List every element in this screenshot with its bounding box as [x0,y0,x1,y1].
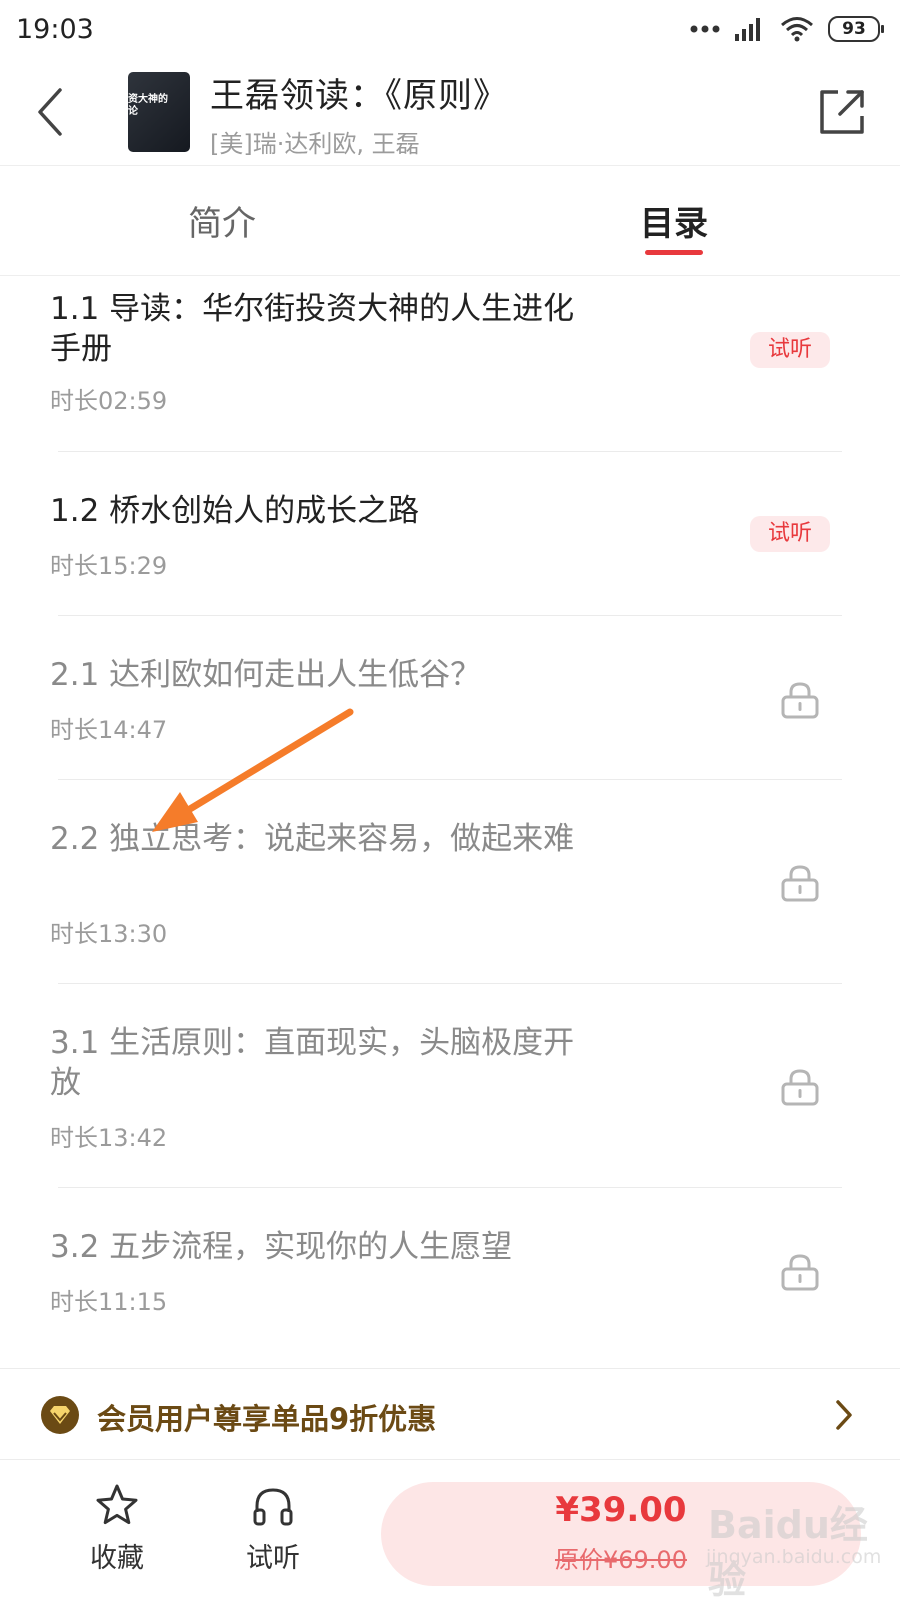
tab-table-of-contents[interactable]: 目录 [640,196,708,245]
chapter-duration: 时长02:59 [50,387,168,415]
status-time: 19:03 [16,14,94,45]
preview-badge[interactable]: 试听 [750,516,830,552]
chapter-duration: 时长15:29 [50,552,168,580]
chapter-list: 1.1 导读：华尔街投资大神的人生进化手册 时长02:59 试听 1.2 桥水创… [0,277,900,1367]
chapter-item[interactable]: 1.2 桥水创始人的成长之路 时长15:29 试听 [0,451,900,615]
battery-level: 93 [842,19,866,39]
chapter-duration: 时长13:42 [50,1124,168,1152]
chapter-title: 1.1 导读：华尔街投资大神的人生进化手册 [50,291,575,367]
star-icon [96,1484,138,1525]
member-promo-banner[interactable]: 会员用户尊享单品9折优惠 [0,1368,900,1460]
book-cover[interactable]: 资大神的 论 [128,72,190,152]
chapter-title: 3.2 五步流程，实现你的人生愿望 [50,1229,513,1265]
baidu-watermark: Baidu经验 jingyan.baidu.com [700,1488,890,1600]
tab-intro[interactable]: 简介 [188,196,256,245]
chevron-right-icon [836,1400,852,1430]
chapter-title: 2.2 独立思考：说起来容易，做起来难 [50,821,575,857]
vip-diamond-icon [41,1396,79,1434]
share-button[interactable] [816,86,868,138]
chapter-title: 1.2 桥水创始人的成长之路 [50,493,420,529]
lock-icon [781,1069,819,1106]
chapter-item[interactable]: 3.1 生活原则：直面现实，头脑极度开放 时长13:42 [0,983,900,1187]
preview-badge[interactable]: 试听 [750,332,830,368]
chapter-item[interactable]: 3.2 五步流程，实现你的人生愿望 时长11:15 [0,1187,900,1367]
signal-icon [735,18,760,41]
chapter-title: 2.1 达利欧如何走出人生低谷？ [50,657,482,693]
status-icons: 93 [690,16,884,42]
favorite-button[interactable]: 收藏 [62,1482,172,1582]
cover-text: 资大神的 论 [128,94,168,117]
listen-button[interactable]: 试听 [218,1482,328,1582]
watermark-sub: jingyan.baidu.com [706,1546,882,1568]
chapter-duration: 时长13:30 [50,920,168,948]
lock-icon [781,1254,819,1291]
status-bar: 19:03 93 [0,0,900,60]
chapter-item[interactable]: 1.1 导读：华尔街投资大神的人生进化手册 时长02:59 试听 [0,277,900,451]
book-author: [美]瑞·达利欧, 王磊 [210,130,420,158]
chapter-title: 3.1 生活原则：直面现实，头脑极度开放 [50,1025,575,1101]
lock-icon [781,682,819,719]
promo-text: 会员用户尊享单品9折优惠 [97,1402,437,1436]
book-header: 资大神的 论 王磊领读：《原则》 [美]瑞·达利欧, 王磊 [0,60,900,166]
chapter-item[interactable]: 2.1 达利欧如何走出人生低谷？ 时长14:47 [0,615,900,779]
lock-icon [781,865,819,902]
active-tab-indicator [645,250,703,255]
share-icon [820,90,864,134]
wifi-icon [781,17,813,42]
chapter-item[interactable]: 2.2 独立思考：说起来容易，做起来难 时长13:30 [0,779,900,983]
favorite-label: 收藏 [90,1543,144,1574]
chapter-duration: 时长11:15 [50,1288,168,1316]
chevron-left-icon [38,88,62,136]
back-button[interactable] [28,82,78,142]
more-dots-icon [690,25,720,33]
headphones-icon [253,1488,293,1526]
tab-bar: 简介 目录 [0,166,900,276]
listen-label: 试听 [246,1543,300,1574]
book-title: 王磊领读：《原则》 [210,76,508,116]
chapter-duration: 时长14:47 [50,716,168,744]
battery-indicator: 93 [828,16,884,42]
